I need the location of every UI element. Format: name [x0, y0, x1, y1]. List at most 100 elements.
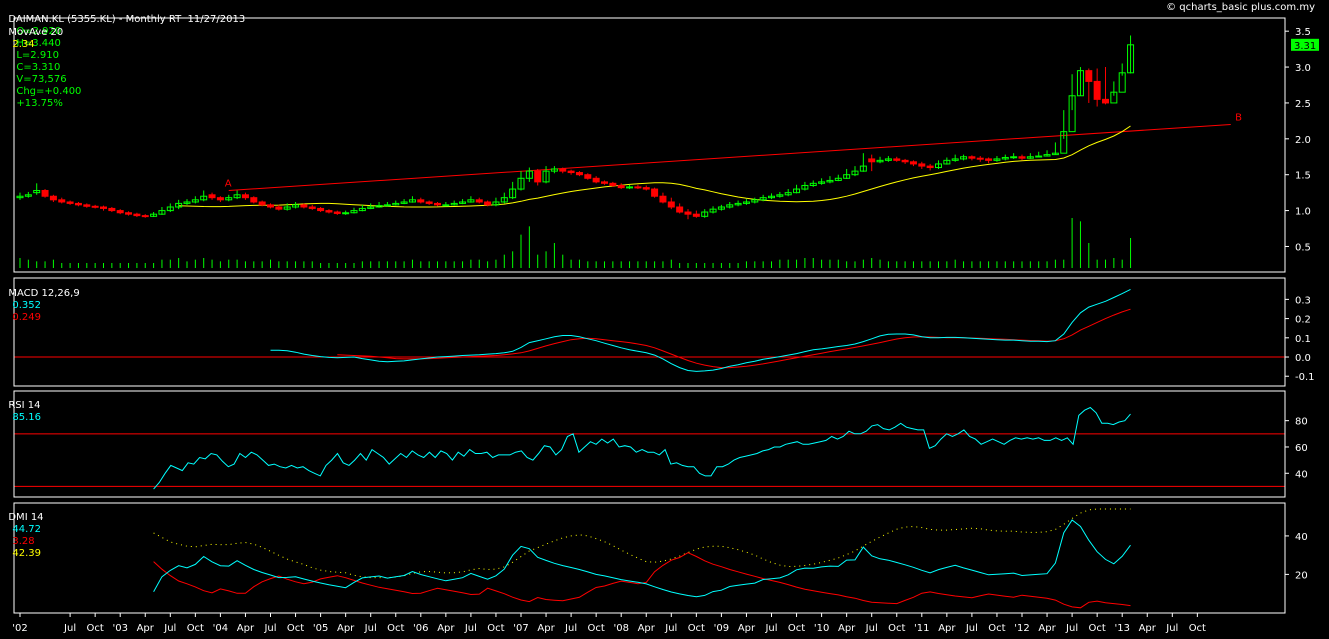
low-value: L=2.910: [16, 50, 59, 61]
x-tick-label: Apr: [638, 623, 656, 634]
candle: [985, 157, 993, 164]
candle: [1110, 81, 1118, 104]
candle: [450, 200, 458, 206]
dmi-panel: 2040: [153, 508, 1308, 609]
candle: [91, 204, 99, 209]
candle-body: [258, 201, 266, 206]
plus-di-value: 44.72: [12, 524, 41, 535]
candle-body: [141, 215, 149, 218]
candle-body: [442, 204, 450, 207]
candle: [141, 214, 149, 218]
candle: [634, 184, 642, 190]
candle: [717, 204, 725, 211]
x-tick-label: Jul: [364, 623, 377, 634]
x-tick-label: '09: [714, 623, 729, 634]
x-tick-label: Jul: [865, 623, 878, 634]
candle-body: [976, 157, 984, 160]
candle: [626, 184, 634, 190]
candle: [976, 156, 984, 162]
macd-legend: MACD 12,26,9 0.352 0.249: [2, 276, 80, 324]
x-tick-label: Oct: [1089, 623, 1106, 634]
candle-body: [584, 174, 592, 179]
candle: [1076, 67, 1084, 97]
candle: [851, 166, 859, 177]
candle-body: [918, 163, 926, 167]
y-tick-label: -0.1: [1295, 372, 1315, 383]
candle: [325, 209, 333, 214]
candle: [617, 183, 625, 190]
minus-di-value: 3.28: [12, 536, 35, 547]
x-tick-label: Apr: [938, 623, 956, 634]
x-tick-label: Oct: [87, 623, 104, 634]
candle: [809, 180, 817, 187]
candle: [960, 154, 968, 161]
dmi-frame: [13, 502, 1286, 614]
candle: [684, 209, 692, 220]
macd-panel: -0.1 0.0 0.1 0.2 0.3: [14, 288, 1315, 383]
candle-body: [484, 201, 492, 206]
candle-body: [659, 195, 667, 203]
macd-label: MACD 12,26,9: [8, 288, 80, 299]
x-tick-label: '12: [1014, 623, 1029, 634]
x-tick-label: '02: [12, 623, 27, 634]
x-tick-label: Jul: [664, 623, 677, 634]
candle-body: [968, 156, 976, 159]
candle: [367, 203, 375, 210]
candle: [642, 185, 650, 191]
x-tick-label: '03: [112, 623, 127, 634]
candle: [793, 184, 801, 194]
candle: [375, 201, 383, 208]
candle: [509, 181, 517, 200]
candle: [116, 209, 124, 215]
y-tick-label: 40: [1295, 469, 1308, 480]
candle: [542, 166, 550, 184]
candle-body: [41, 189, 49, 197]
macd-frame: [13, 277, 1286, 387]
candle-body: [267, 204, 274, 208]
ma-legend: MovAve 20 2.34: [2, 15, 63, 51]
x-tick-label: '13: [1114, 623, 1129, 634]
candle-body: [434, 202, 441, 206]
x-tick-label: Apr: [1038, 623, 1056, 634]
candle-body: [208, 194, 216, 199]
x-tick-label: Apr: [537, 623, 555, 634]
candle: [709, 206, 717, 214]
candle-body: [250, 197, 258, 203]
candle-body: [325, 210, 333, 213]
candle-body: [100, 206, 107, 209]
candle-body: [417, 199, 425, 203]
x-tick-label: Oct: [988, 623, 1005, 634]
x-axis: '02 Jul Oct '03 Apr Jul Oct '04 Apr Jul Oct '05 Apr J…: [12, 613, 1206, 634]
x-tick-label: Apr: [838, 623, 856, 634]
candle: [342, 210, 350, 215]
y-tick-label: 0.1: [1295, 334, 1311, 345]
x-tick-label: Apr: [1139, 623, 1157, 634]
candle-body: [58, 199, 66, 203]
rsi-label: RSI 14: [8, 400, 41, 411]
candle: [175, 199, 183, 210]
candle-body: [133, 213, 141, 217]
candle: [567, 169, 575, 175]
ma-value: 2.34: [12, 39, 35, 50]
volume-value: V=73,576: [16, 74, 67, 85]
candle: [183, 199, 191, 205]
x-tick-label: Apr: [437, 623, 455, 634]
y-tick-label: 80: [1295, 417, 1308, 428]
x-tick-label: Oct: [588, 623, 605, 634]
candle: [49, 194, 57, 202]
candle-body: [125, 212, 133, 215]
candle: [225, 194, 233, 202]
y-tick-label: 3.0: [1295, 63, 1311, 74]
candle: [876, 156, 884, 164]
candle: [926, 163, 934, 171]
candle-body: [567, 170, 575, 174]
x-tick-label: Jul: [1165, 623, 1178, 634]
candle-body: [74, 202, 82, 206]
candle-body: [909, 161, 917, 165]
x-tick-label: Jul: [1065, 623, 1078, 634]
signal-line: [337, 308, 1131, 369]
candle: [292, 201, 300, 209]
candle: [659, 192, 667, 204]
candle: [83, 203, 91, 208]
candle-body: [116, 210, 124, 214]
